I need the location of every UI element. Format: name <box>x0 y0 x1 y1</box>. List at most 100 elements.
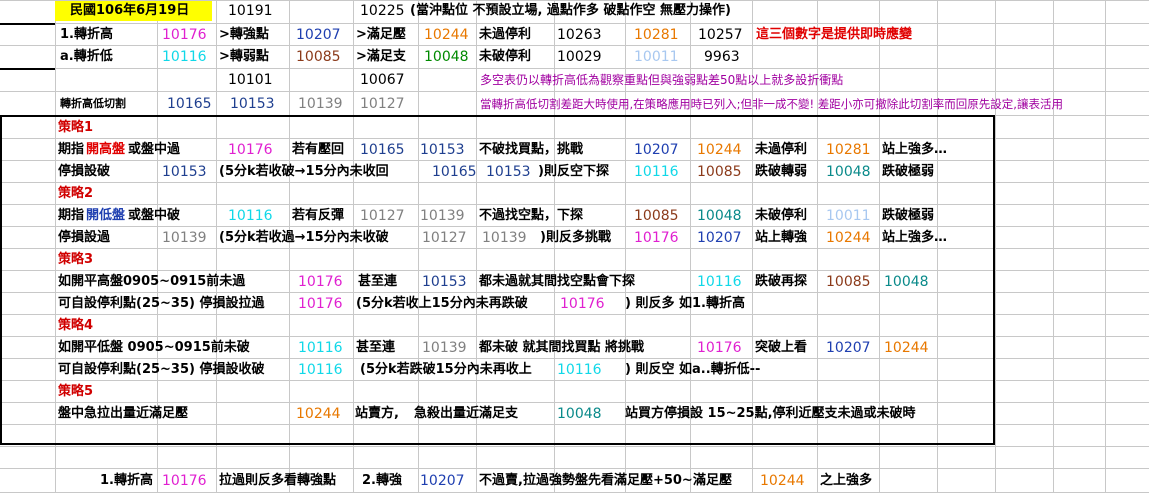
note-cell[interactable]: 這三個數字是提供即時應變 <box>756 24 912 46</box>
label-cell[interactable]: >滿足壓 <box>356 24 406 46</box>
note-cell[interactable]: 當轉折高低切割差距大時使用,在策略應用時已列入;但非一成不變! 差距小亦可撤除此… <box>480 93 1063 115</box>
strategy-title[interactable]: 策略4 <box>58 315 93 337</box>
label-cell[interactable]: >滿足支 <box>356 46 406 68</box>
value-cell[interactable]: 10139 <box>422 337 467 359</box>
value-cell[interactable]: 10067 <box>360 69 405 91</box>
strategy-text[interactable]: ) 則反空 如a..轉折低-- <box>625 359 760 381</box>
value-cell[interactable]: 10085 <box>634 205 679 227</box>
value-cell[interactable]: 10153 <box>162 161 207 183</box>
summary-text[interactable]: 拉過則反多看轉強點 <box>219 470 336 492</box>
strategy-text[interactable]: 站上強多… <box>882 227 947 249</box>
strategy-text[interactable]: 或盤中過 <box>128 139 180 161</box>
value-cell[interactable]: 10244 <box>884 337 929 359</box>
value-cell[interactable]: 10085 <box>826 271 871 293</box>
value-cell[interactable]: 10085 <box>697 161 742 183</box>
value-cell[interactable]: 10207 <box>296 24 341 46</box>
value-cell[interactable]: 10176 <box>298 293 343 315</box>
strategy-text[interactable]: 跌破再探 <box>755 271 807 293</box>
strategy-text[interactable]: 停損設過 <box>58 227 110 249</box>
note-cell[interactable]: (當沖點位 不預設立場, 過點作多 破點作空 無壓力操作) <box>410 0 731 22</box>
value-cell[interactable]: 10165 <box>360 139 405 161</box>
strategy-text[interactable]: 跌破極弱 <box>882 161 934 183</box>
value-cell[interactable]: 10176 <box>697 337 742 359</box>
value-cell[interactable]: 10244 <box>296 403 341 425</box>
strategy-text[interactable]: 甚至連 <box>358 271 397 293</box>
strategy-text[interactable]: (5分k若跌破15分內未再收上 <box>360 359 532 381</box>
strategy-text[interactable]: 不破找買點，挑戰 <box>479 139 583 161</box>
value-cell[interactable]: 10153 <box>486 161 531 183</box>
value-cell[interactable]: 10153 <box>422 271 467 293</box>
value-cell[interactable]: 10281 <box>634 24 679 46</box>
value-cell[interactable]: 10127 <box>360 205 405 227</box>
value-cell[interactable]: 10048 <box>424 46 469 68</box>
value-cell[interactable]: 10048 <box>826 161 871 183</box>
value-cell[interactable]: 10207 <box>826 337 871 359</box>
summary-text[interactable]: 2.轉強 <box>362 470 402 492</box>
value-cell[interactable]: 10176 <box>298 271 343 293</box>
label-cell[interactable]: 未破停利 <box>479 46 531 68</box>
value-cell[interactable]: 10139 <box>482 227 527 249</box>
strategy-text[interactable]: 如開平低盤 0905~0915前未破 <box>58 337 250 359</box>
value-cell[interactable]: 10281 <box>826 139 871 161</box>
strategy-text[interactable]: 如開平高盤0905~0915前未過 <box>58 271 245 293</box>
strategy-title[interactable]: 策略1 <box>58 117 93 139</box>
value-cell[interactable]: 10207 <box>420 470 465 492</box>
value-cell[interactable]: 10116 <box>697 271 742 293</box>
strategy-text[interactable]: )則反空下探 <box>538 161 609 183</box>
strategy-text[interactable]: 停損設破 <box>58 161 110 183</box>
value-cell[interactable]: 10116 <box>557 359 602 381</box>
value-cell[interactable]: 10225 <box>360 0 405 22</box>
strategy-text[interactable]: (5分k若收過→15分內未收破 <box>219 227 389 249</box>
strategy-text[interactable]: 跌破轉弱 <box>755 161 807 183</box>
date-cell[interactable]: 民國106年6月19日 <box>70 0 189 22</box>
strategy-text[interactable]: 站買方停損設 15~25點,停利近壓支未過或未破時 <box>625 403 916 425</box>
strategy-text[interactable]: 站上轉強 <box>755 227 807 249</box>
strategy-text[interactable]: 甚至連 <box>356 337 395 359</box>
strategy-text[interactable]: 突破上看 <box>755 337 807 359</box>
strategy-text[interactable]: 未破停利 <box>755 205 807 227</box>
strategy-text[interactable]: 或盤中破 <box>128 205 180 227</box>
value-cell[interactable]: 10176 <box>162 24 207 46</box>
value-cell[interactable]: 10116 <box>634 161 679 183</box>
strategy-text[interactable]: 開高盤 <box>86 139 125 161</box>
strategy-text[interactable]: 開低盤 <box>86 205 125 227</box>
value-cell[interactable]: 10048 <box>697 205 742 227</box>
value-cell[interactable]: 10127 <box>360 93 405 115</box>
strategy-text[interactable]: 都未破 就其間找買點 將挑戰 <box>479 337 644 359</box>
value-cell[interactable]: 10116 <box>228 205 273 227</box>
strategy-text[interactable]: 站上強多… <box>882 139 947 161</box>
strategy-text[interactable]: 可自設停利點(25~35) 停損設收破 <box>58 359 264 381</box>
strategy-text[interactable]: 站賣方, <box>355 403 399 425</box>
value-cell[interactable]: 10244 <box>826 227 871 249</box>
value-cell[interactable]: 10263 <box>557 24 602 46</box>
value-cell[interactable]: 10048 <box>557 403 602 425</box>
value-cell[interactable]: 10139 <box>162 227 207 249</box>
value-cell[interactable]: 10244 <box>760 470 805 492</box>
value-cell[interactable]: 10048 <box>884 271 929 293</box>
strategy-text[interactable]: (5分k若收上15分內未再跌破 <box>356 293 528 315</box>
strategy-text[interactable]: 若有壓回 <box>292 139 344 161</box>
strategy-text[interactable]: 急殺出量近滿足支 <box>414 403 518 425</box>
value-cell[interactable]: 10207 <box>634 139 679 161</box>
label-cell[interactable]: 1.轉折高 <box>60 24 113 46</box>
value-cell[interactable]: 10116 <box>162 46 207 68</box>
value-cell[interactable]: 10011 <box>826 205 871 227</box>
value-cell[interactable]: 10244 <box>424 24 469 46</box>
summary-text[interactable]: 不過賣,拉過強勢盤先看滿足壓+50~ <box>479 470 693 492</box>
value-cell[interactable]: 10029 <box>557 46 602 68</box>
value-cell[interactable]: 10176 <box>162 470 207 492</box>
label-cell[interactable]: >轉強點 <box>219 24 269 46</box>
summary-text[interactable]: 之上強多 <box>820 470 872 492</box>
strategy-text[interactable]: 若有反彈 <box>292 205 344 227</box>
value-cell[interactable]: 10153 <box>420 139 465 161</box>
label-cell[interactable]: 未過停利 <box>479 24 531 46</box>
strategy-text[interactable]: 期指 <box>58 139 84 161</box>
value-cell[interactable]: 10085 <box>296 46 341 68</box>
value-cell[interactable]: 10101 <box>228 69 273 91</box>
value-cell[interactable]: 10176 <box>634 227 679 249</box>
strategy-text[interactable]: 未過停利 <box>755 139 807 161</box>
value-cell[interactable]: 10191 <box>228 0 273 22</box>
value-cell[interactable]: 10257 <box>698 24 743 46</box>
summary-text[interactable]: 滿足壓 <box>693 470 732 492</box>
strategy-text[interactable]: )則反多挑戰 <box>540 227 611 249</box>
